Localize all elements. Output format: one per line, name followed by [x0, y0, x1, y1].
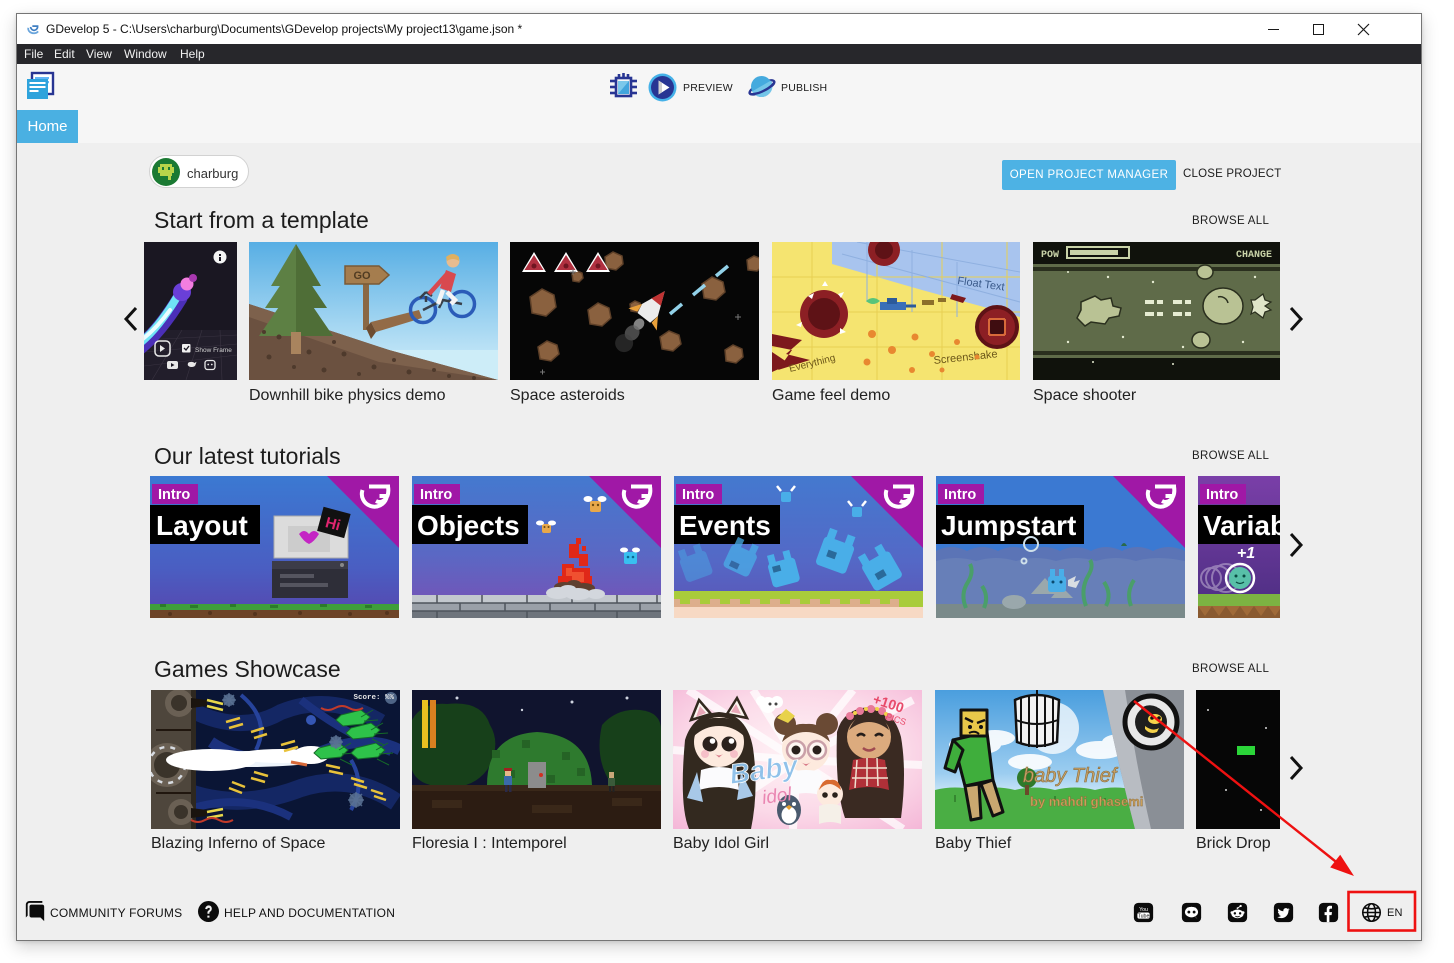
- svg-text:Intro: Intro: [682, 487, 714, 503]
- svg-text:Intro: Intro: [158, 487, 190, 503]
- svg-text:Intro: Intro: [944, 487, 976, 503]
- svg-text:GO: GO: [353, 270, 371, 282]
- svg-text:CHANGE: CHANGE: [1236, 250, 1272, 261]
- svg-text:Layout: Layout: [156, 510, 248, 541]
- svg-text:Variab: Variab: [1203, 510, 1280, 541]
- svg-text:Show Frame: Show Frame: [195, 347, 232, 354]
- svg-text:Objects: Objects: [417, 510, 520, 541]
- svg-text:POW: POW: [1041, 250, 1059, 261]
- svg-text:idol: idol: [761, 784, 794, 809]
- svg-text:Score: %%: Score: %%: [353, 694, 394, 702]
- svg-text:baby Thief: baby Thief: [1023, 765, 1119, 787]
- svg-text:You: You: [1139, 907, 1148, 913]
- svg-text:Events: Events: [679, 510, 771, 541]
- svg-text:Tube: Tube: [1138, 913, 1150, 919]
- svg-text:+1: +1: [1237, 545, 1255, 562]
- svg-text:Jumpstart: Jumpstart: [941, 510, 1076, 541]
- svg-text:Intro: Intro: [420, 487, 452, 503]
- svg-text:by mahdi ghasemi: by mahdi ghasemi: [1030, 794, 1143, 809]
- svg-text:Intro: Intro: [1206, 487, 1238, 503]
